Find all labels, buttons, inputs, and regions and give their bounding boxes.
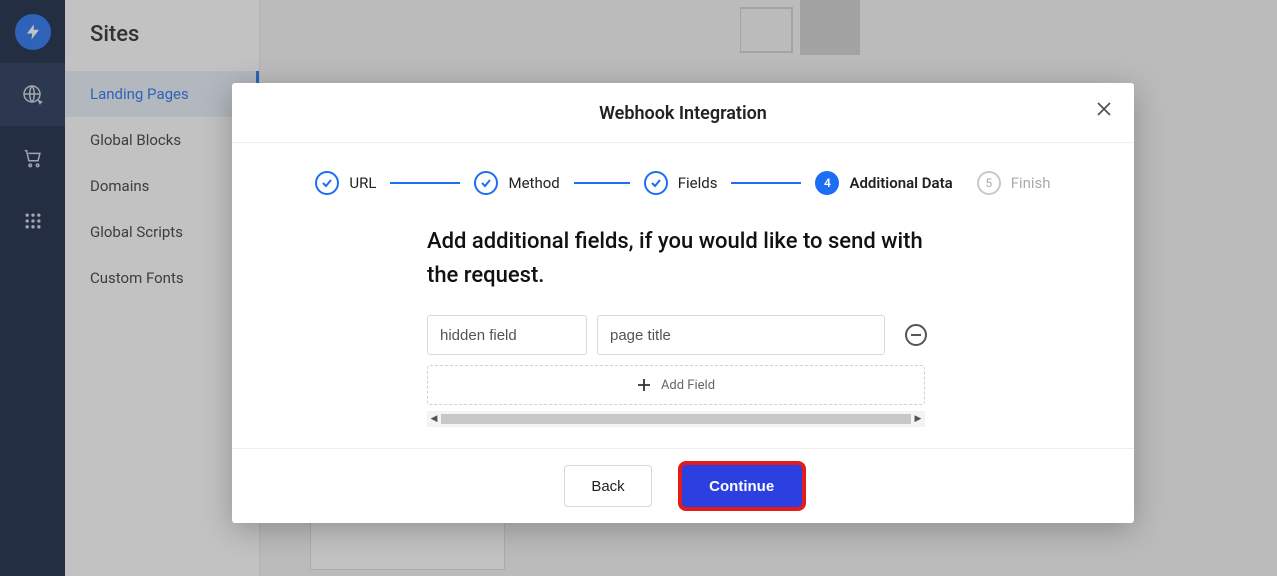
minus-icon — [911, 334, 921, 336]
step-fields[interactable]: Fields — [644, 171, 718, 195]
check-icon — [315, 171, 339, 195]
modal-title: Webhook Integration — [232, 103, 1134, 124]
step-additional-data[interactable]: 4 Additional Data — [815, 171, 952, 195]
step-url[interactable]: URL — [315, 171, 376, 195]
step-label: Additional Data — [849, 174, 952, 192]
scroll-left-arrow-icon[interactable]: ◀ — [427, 411, 441, 427]
check-icon — [474, 171, 498, 195]
step-label: URL — [349, 174, 376, 192]
step-connector — [731, 182, 801, 184]
field-key-input[interactable] — [427, 315, 587, 355]
modal-heading: Add additional fields, if you would like… — [427, 225, 947, 293]
close-icon — [1096, 101, 1112, 117]
step-label: Finish — [1011, 174, 1051, 192]
webhook-integration-modal: Webhook Integration URL Method — [232, 83, 1134, 523]
modal-header: Webhook Integration — [232, 83, 1134, 143]
step-label: Fields — [678, 174, 718, 192]
step-label: Method — [508, 174, 559, 192]
step-number-icon: 5 — [977, 171, 1001, 195]
plus-icon — [637, 378, 651, 392]
button-label: Continue — [709, 478, 774, 495]
step-connector — [390, 182, 460, 184]
additional-field-row — [427, 315, 1024, 355]
back-button[interactable]: Back — [564, 465, 651, 507]
scroll-right-arrow-icon[interactable]: ▶ — [911, 411, 925, 427]
modal-footer: Back Continue — [232, 448, 1134, 523]
remove-field-button[interactable] — [905, 324, 927, 346]
modal-body: Add additional fields, if you would like… — [232, 205, 1134, 448]
check-icon — [644, 171, 668, 195]
add-field-label: Add Field — [661, 378, 715, 393]
horizontal-scrollbar[interactable]: ◀ ▶ — [427, 411, 925, 427]
scrollbar-track[interactable] — [441, 414, 911, 424]
field-value-input[interactable] — [597, 315, 885, 355]
step-finish[interactable]: 5 Finish — [977, 171, 1051, 195]
step-number-icon: 4 — [815, 171, 839, 195]
modal-close-button[interactable] — [1096, 101, 1112, 117]
stepper: URL Method Fields 4 Additional Data — [232, 143, 1134, 205]
continue-button[interactable]: Continue — [682, 465, 802, 507]
step-method[interactable]: Method — [474, 171, 559, 195]
add-field-button[interactable]: Add Field — [427, 365, 925, 405]
button-label: Back — [591, 478, 624, 495]
step-connector — [574, 182, 630, 184]
